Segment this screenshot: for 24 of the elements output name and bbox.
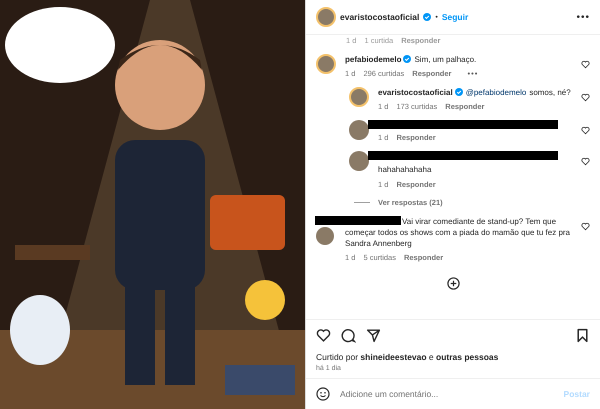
like-heart-icon[interactable] [581, 222, 590, 231]
comment-text: somos, né? [529, 88, 571, 98]
bookmark-icon[interactable] [575, 328, 590, 343]
like-heart-icon[interactable] [581, 93, 590, 102]
avatar[interactable] [349, 151, 369, 172]
comment-icon[interactable] [341, 328, 356, 343]
emoji-icon[interactable] [316, 387, 330, 401]
mention-link[interactable]: @pefabiodemelo [466, 88, 526, 98]
like-heart-icon[interactable] [581, 126, 590, 136]
load-more-icon[interactable] [446, 277, 460, 290]
share-icon[interactable] [366, 328, 381, 343]
likes-text: Curtido por shineideestevao e outras pessoas [316, 352, 500, 362]
avatar[interactable] [349, 120, 369, 140]
follow-link[interactable]: Seguir [442, 12, 468, 22]
comment-text: Vai virar comediante de stand-up? Tem que começar todos os shows com a piada do mamão que tu fez pra Sandra Annenberg [345, 216, 570, 248]
like-heart-icon[interactable] [581, 157, 590, 166]
comment-text: Sim, um palhaço. [414, 55, 476, 64]
username[interactable]: evaristocostaoficial [378, 88, 453, 98]
like-heart-icon[interactable] [316, 328, 331, 343]
like-heart-icon[interactable] [581, 60, 590, 69]
username[interactable]: evaristocostaoficial [340, 12, 420, 22]
username[interactable]: pefabiodemelo [345, 55, 402, 64]
comment-text: hahahahahaha [378, 165, 432, 174]
more-options-icon[interactable]: ••• [576, 12, 590, 22]
